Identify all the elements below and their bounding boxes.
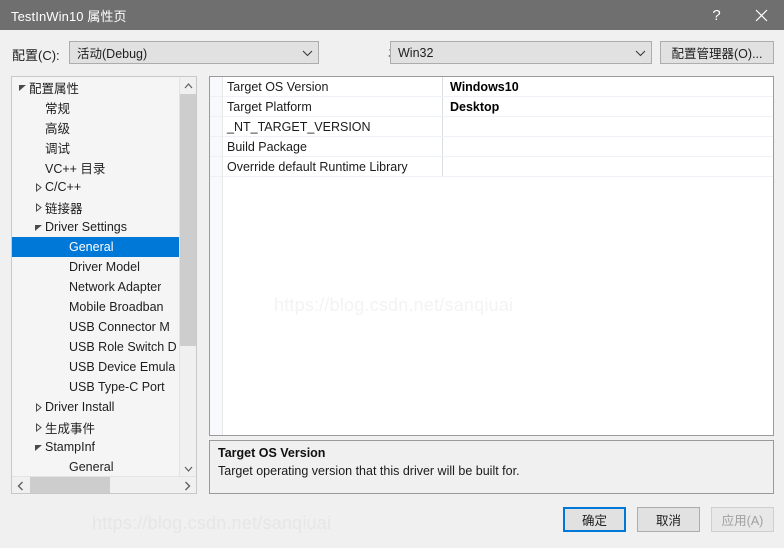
property-name: Target Platform [227,99,312,114]
triangle-down-icon[interactable] [31,443,45,452]
tree-item-general[interactable]: General [12,237,181,257]
tree-vertical-scroll-thumb[interactable] [180,94,196,346]
title-bar: TestInWin10 属性页 ? [0,0,784,30]
property-name: Build Package [227,139,307,154]
scroll-up-icon[interactable] [180,77,196,94]
property-column-divider[interactable] [442,117,443,136]
configuration-dropdown[interactable]: 活动(Debug) [69,41,319,64]
configuration-manager-button[interactable]: 配置管理器(O)... [660,41,774,64]
tree-item-usb-role-switch-d[interactable]: USB Role Switch D [12,337,181,357]
triangle-down-icon[interactable] [15,83,29,92]
tree-item-c-c[interactable]: C/C++ [12,177,181,197]
tree-item-label: 高级 [45,121,71,136]
tree-item-label: Mobile Broadban [69,300,164,314]
tree-item-label: 配置属性 [29,81,80,96]
property-value[interactable]: Windows10 [450,80,519,94]
window-title: TestInWin10 属性页 [11,8,127,24]
tree-item-label: Driver Model [69,260,140,274]
scroll-left-icon[interactable] [12,477,29,493]
tree-item-label: Network Adapter [69,280,162,294]
tree-item-label: StampInf [45,440,96,454]
tree-horizontal-scroll-thumb[interactable] [30,477,110,493]
scroll-right-icon[interactable] [179,477,196,493]
tree-item-usb-type-c-port[interactable]: USB Type-C Port [12,377,181,397]
triangle-right-icon[interactable] [31,202,45,212]
triangle-right-icon[interactable] [31,402,45,412]
tree-item-label: 常规 [45,101,71,116]
property-column-divider[interactable] [442,157,443,176]
property-column-divider[interactable] [442,77,443,96]
close-button[interactable] [739,0,784,30]
configuration-value: 活动(Debug) [77,47,148,61]
question-mark-icon: ? [712,6,721,24]
tree-item-label: 生成事件 [45,421,96,436]
tree-item-driver-model[interactable]: Driver Model [12,257,181,277]
tree-item-[interactable]: 调试 [12,137,181,157]
tree-item-label: USB Connector M [69,320,170,334]
property-grid[interactable]: Target OS Version Windows10 Target Platfor… [209,76,774,436]
close-icon [755,9,768,22]
description-title: Target OS Version [218,446,326,460]
property-column-divider[interactable] [442,97,443,116]
tree-item-[interactable]: 生成事件 [12,417,181,437]
tree-horizontal-scrollbar[interactable] [12,476,196,493]
tree-vertical-scrollbar[interactable] [179,77,196,477]
scroll-down-icon[interactable] [180,460,196,477]
tree-item-network-adapter[interactable]: Network Adapter [12,277,181,297]
property-column-divider[interactable] [442,137,443,156]
tree-item-[interactable]: 高级 [12,117,181,137]
property-value[interactable]: Desktop [450,100,499,114]
tree-item-label: 链接器 [45,201,83,216]
tree-item-label: Driver Install [45,400,115,414]
description-body: Target operating version that this drive… [218,464,520,478]
property-name: Target OS Version [227,79,329,94]
description-panel: Target OS Version Target operating versi… [209,440,774,494]
apply-button[interactable]: 应用(A) [711,507,774,532]
property-name: Override default Runtime Library [227,159,408,174]
tree-item-[interactable]: 常规 [12,97,181,117]
tree-item-usb-device-emula[interactable]: USB Device Emula [12,357,181,377]
property-tree-panel: 配置属性常规高级调试 VC++ 目录 C/C++ 链接器 Driver Settings… [11,76,197,494]
tree-item-label: VC++ 目录 [45,161,106,176]
tree-item-stampinf[interactable]: StampInf [12,437,181,457]
tree-item-vc[interactable]: VC++ 目录 [12,157,181,177]
tree-item-[interactable]: 配置属性 [12,77,181,97]
property-name: _NT_TARGET_VERSION [227,119,371,134]
tree-item-label: 调试 [45,141,71,156]
property-row[interactable]: Override default Runtime Library [210,157,773,177]
tree-item-mobile-broadban[interactable]: Mobile Broadban [12,297,181,317]
tree-item-usb-connector-m[interactable]: USB Connector M [12,317,181,337]
tree-item-label: C/C++ [45,180,82,194]
tree-item-general[interactable]: General [12,457,181,477]
configuration-label: 配置(C): [12,48,60,63]
tree-item-label: USB Type-C Port [69,380,165,394]
tree-item-[interactable]: 链接器 [12,197,181,217]
property-row[interactable]: Build Package [210,137,773,157]
triangle-right-icon[interactable] [31,182,45,192]
platform-value: Win32 [398,45,434,60]
tree-item-label: USB Role Switch D [69,340,177,354]
tree-item-label: Driver Settings [45,220,127,234]
property-row[interactable]: _NT_TARGET_VERSION [210,117,773,137]
property-row[interactable]: Target OS Version Windows10 [210,77,773,97]
platform-dropdown[interactable]: Win32 [390,41,652,64]
tree-item-label: General [69,460,114,474]
ok-button[interactable]: 确定 [563,507,626,532]
watermark-text-secondary: https://blog.csdn.net/sanqiuai [92,513,332,533]
tree-item-label: General [69,240,114,254]
tree-item-label: USB Device Emula [69,360,176,374]
chevron-down-icon [629,49,651,57]
triangle-right-icon[interactable] [31,422,45,432]
property-grid-rows: Target OS Version Windows10 Target Platfor… [210,77,773,177]
triangle-down-icon[interactable] [31,223,45,232]
tree-item-driver-settings[interactable]: Driver Settings [12,217,181,237]
cancel-button[interactable]: 取消 [637,507,700,532]
property-row[interactable]: Target Platform Desktop [210,97,773,117]
help-button[interactable]: ? [694,0,739,30]
property-tree[interactable]: 配置属性常规高级调试 VC++ 目录 C/C++ 链接器 Driver Settings… [12,77,181,477]
tree-item-driver-install[interactable]: Driver Install [12,397,181,417]
chevron-down-icon [296,49,318,57]
